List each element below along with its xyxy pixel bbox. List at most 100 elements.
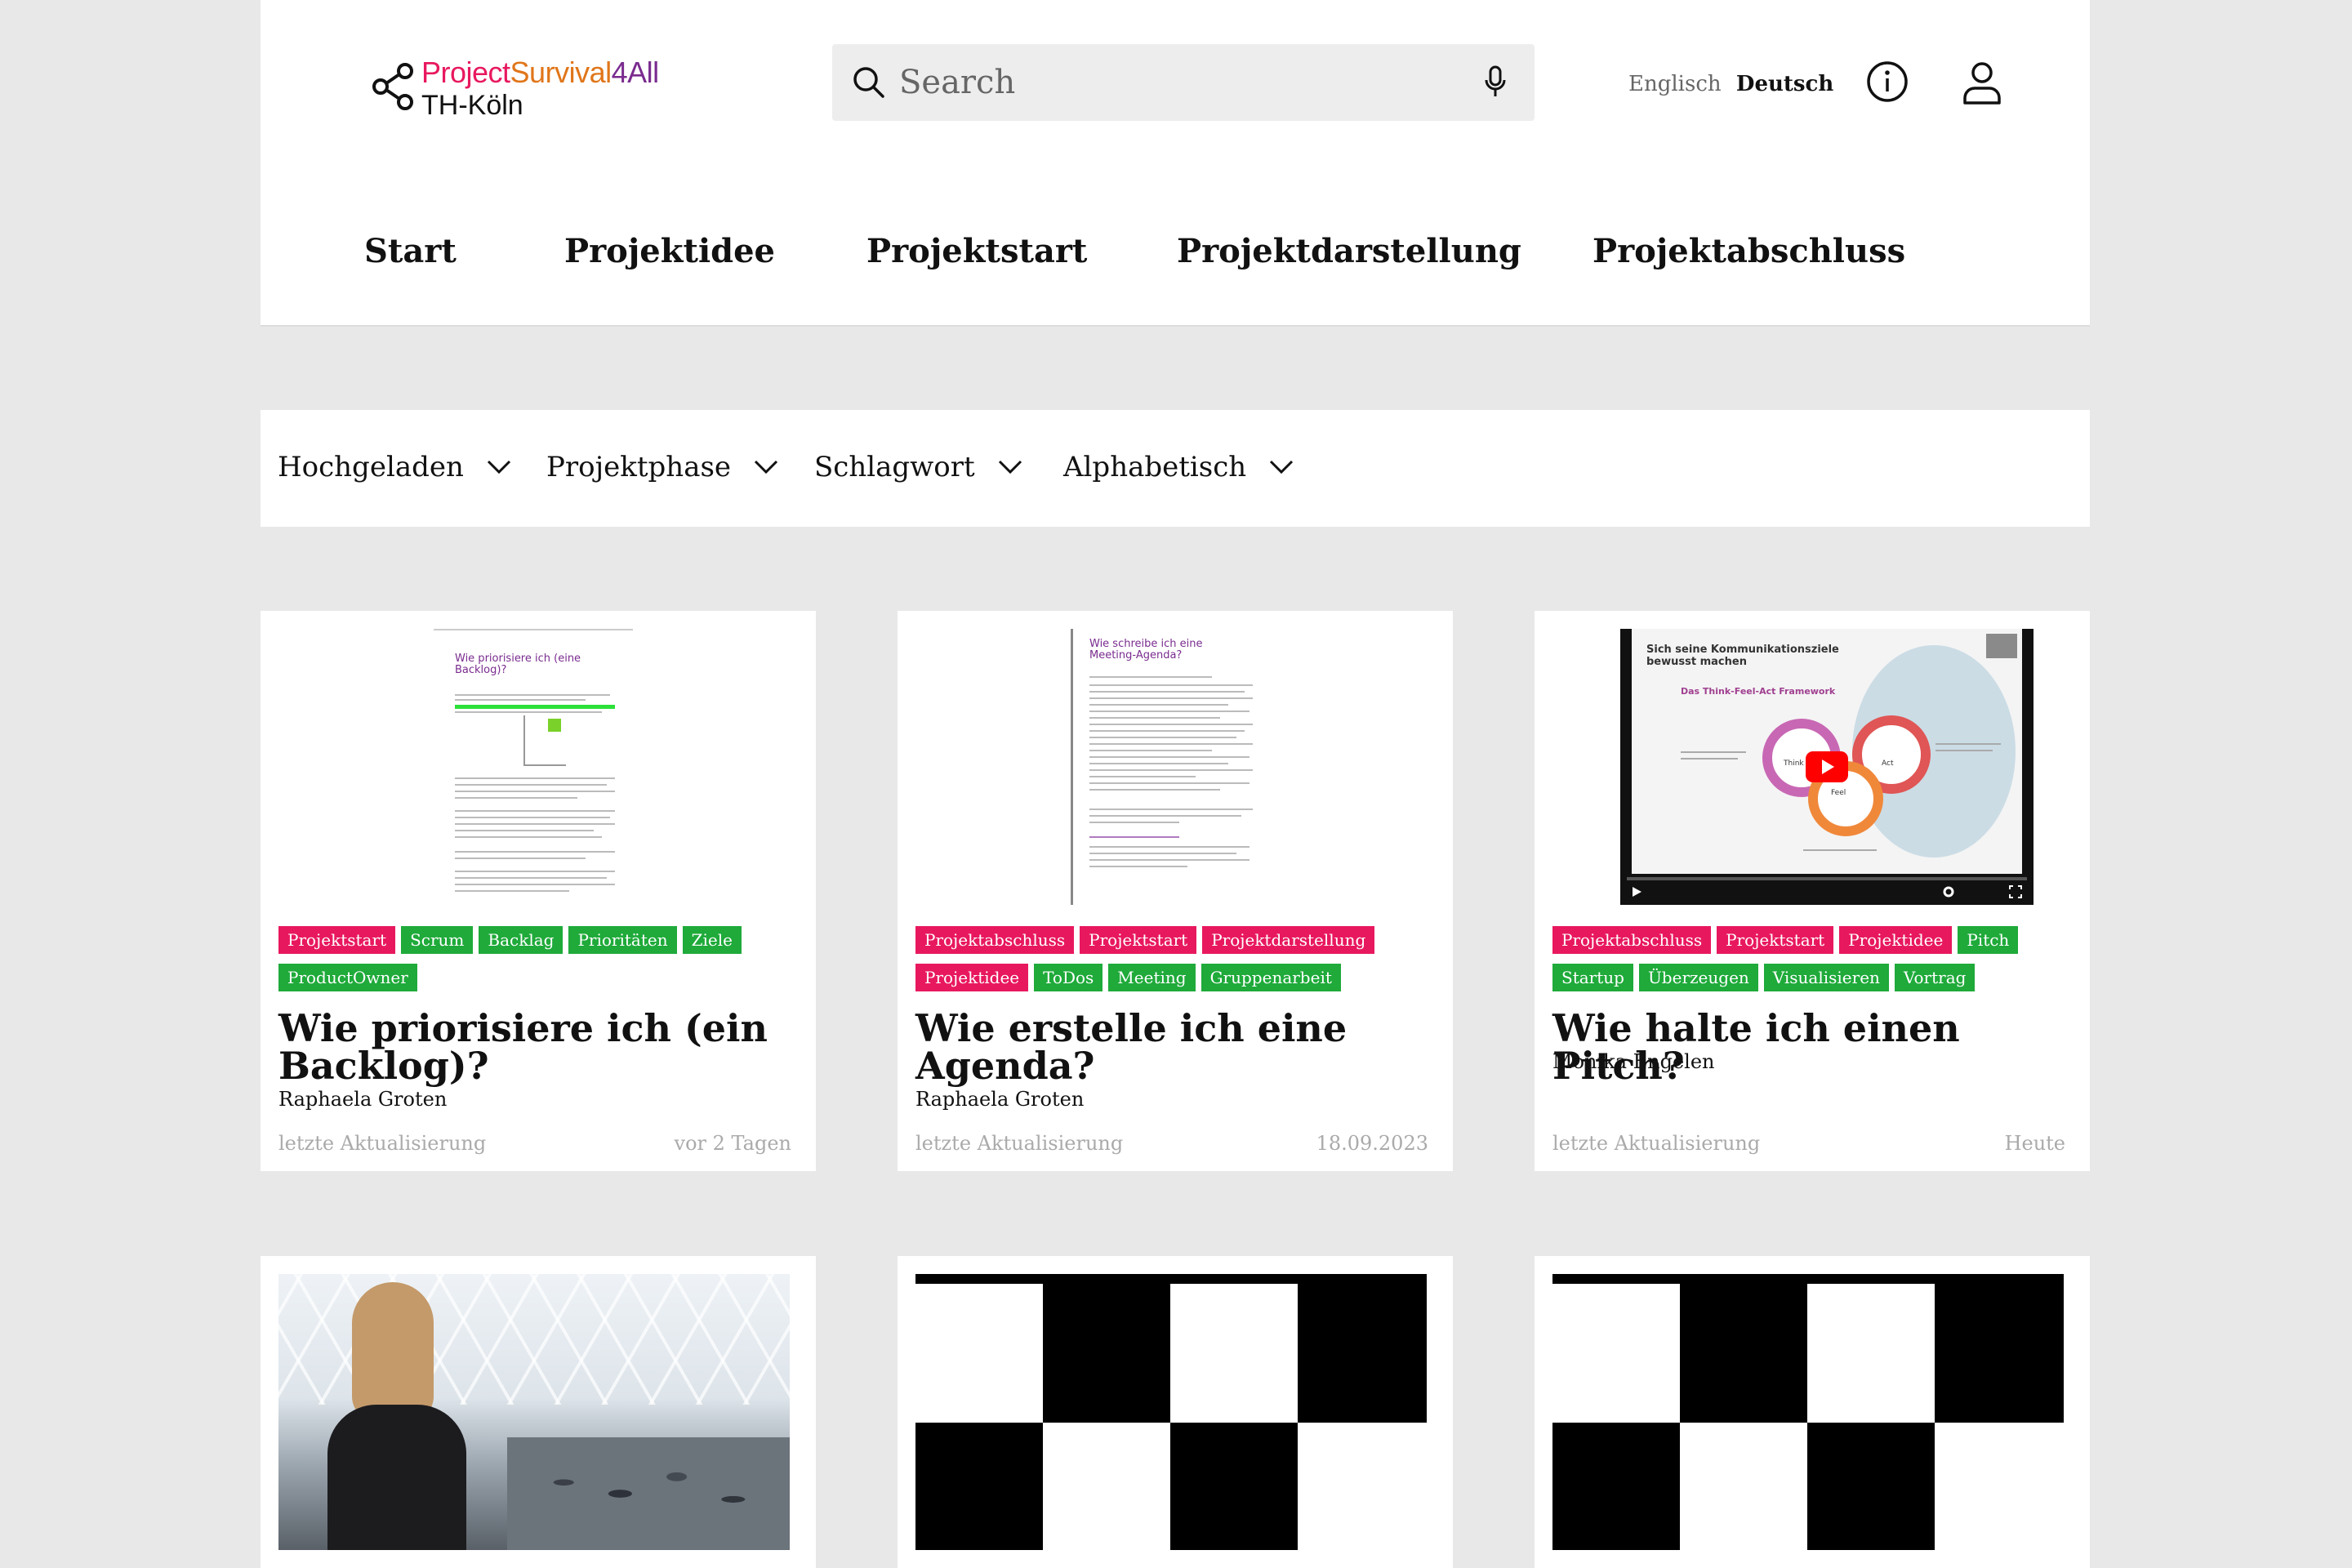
chevron-down-icon <box>487 460 510 474</box>
video-frame: Sich seine Kommunikationsziele bewusst m… <box>1620 629 2034 905</box>
tag[interactable]: Projektabschluss <box>915 926 1075 954</box>
nav-start[interactable]: Start <box>364 232 457 270</box>
tag[interactable]: Projektidee <box>915 964 1029 991</box>
card-placeholder[interactable] <box>898 1256 1453 1568</box>
video-progress-bar[interactable] <box>1627 877 2027 880</box>
placeholder-checker-image[interactable] <box>1552 1274 2064 1550</box>
card-footer: letzte Aktualisierung Heute <box>1552 1132 2065 1155</box>
card-tags: Projektstart Scrum Backlag Prioritäten Ziele… <box>278 926 801 1001</box>
tag[interactable]: ToDos <box>1034 964 1103 991</box>
search-bar[interactable] <box>832 44 1535 121</box>
tag[interactable]: Projektdarstellung <box>1202 926 1375 954</box>
language-switch: Englisch Deutsch <box>1628 72 1833 96</box>
think-label: Think <box>1784 760 1804 768</box>
update-date: Heute <box>2004 1132 2065 1155</box>
filter-hochgeladen[interactable]: Hochgeladen <box>278 451 511 483</box>
tag[interactable]: Prioritäten <box>568 926 677 954</box>
chevron-down-icon <box>998 460 1022 474</box>
tag[interactable]: Projektstart <box>1080 926 1197 954</box>
speaker-figure <box>311 1282 474 1550</box>
search-input[interactable] <box>898 57 1456 108</box>
card-pitch[interactable]: Sich seine Kommunikationsziele bewusst m… <box>1535 611 2090 1171</box>
filter-projektphase[interactable]: Projektphase <box>546 451 778 483</box>
search-icon[interactable] <box>852 65 886 100</box>
video-player[interactable]: Sich seine Kommunikationsziele bewusst m… <box>1552 629 2064 905</box>
logo-subtitle: TH-Köln <box>421 90 523 121</box>
card-footer: letzte Aktualisierung 18.09.2023 <box>915 1132 1428 1155</box>
tag[interactable]: Projektstart <box>278 926 396 954</box>
language-german[interactable]: Deutsch <box>1736 72 1833 96</box>
slide-subtitle: Das Think-Feel-Act Framework <box>1681 686 1836 697</box>
card-tags: Projektabschluss Projektstart Projektidee P… <box>1552 926 2075 1001</box>
fullscreen-icon[interactable] <box>2009 885 2022 898</box>
feel-label: Feel <box>1831 789 1846 797</box>
card-footer: letzte Aktualisierung vor 2 Tagen <box>278 1132 791 1155</box>
info-icon[interactable] <box>1866 60 1909 103</box>
site-logo[interactable]: ProjectSurvival4All TH-Köln <box>371 54 665 127</box>
update-label: letzte Aktualisierung <box>915 1132 1124 1155</box>
card-author: Raphaela Groten <box>915 1088 1085 1111</box>
document-heading: Wie priorisiere ich (eine Backlog)? <box>455 653 581 676</box>
nav-projektabschluss[interactable]: Projektabschluss <box>1592 232 1905 270</box>
tag[interactable]: Backlag <box>479 926 564 954</box>
tag[interactable]: Projektstart <box>1717 926 1834 954</box>
settings-icon[interactable] <box>1942 885 1955 898</box>
tag[interactable]: Pitch <box>1958 926 2019 954</box>
filter-schlagwort[interactable]: Schlagwort <box>814 451 1022 483</box>
language-english[interactable]: Englisch <box>1628 72 1722 96</box>
act-label: Act <box>1882 760 1894 768</box>
nav-projektidee[interactable]: Projektidee <box>564 232 775 270</box>
filter-label: Schlagwort <box>814 451 975 483</box>
tag[interactable]: Ziele <box>682 926 742 954</box>
main-navigation: Start Projektidee Projektstart Projektda… <box>261 232 2090 281</box>
card-thumbnail[interactable]: Wie priorisiere ich (eine Backlog)? <box>278 629 790 905</box>
update-date: 18.09.2023 <box>1316 1132 1428 1155</box>
site-header: ProjectSurvival4All TH-Köln Englisch Deu… <box>261 0 2090 327</box>
logo-title: ProjectSurvival4All <box>421 56 659 89</box>
tag[interactable]: Startup <box>1552 964 1633 991</box>
filter-bar: Hochgeladen Projektphase Schlagwort Alph… <box>261 410 2090 527</box>
youtube-play-icon[interactable] <box>1806 751 1848 782</box>
tag[interactable]: Scrum <box>401 926 474 954</box>
placeholder-checker-image[interactable] <box>915 1274 1427 1550</box>
card-placeholder[interactable] <box>1535 1256 2090 1568</box>
card-thumbnail-photo[interactable] <box>278 1274 790 1550</box>
update-label: letzte Aktualisierung <box>1552 1132 1761 1155</box>
user-icon[interactable] <box>1962 60 2002 105</box>
document-heading: Wie schreibe ich eine Meeting-Agenda? <box>1089 638 1203 662</box>
microphone-icon[interactable] <box>1484 65 1507 100</box>
tag[interactable]: Vortrag <box>1894 964 1976 991</box>
chevron-down-icon <box>754 460 778 474</box>
tag[interactable]: Projektabschluss <box>1552 926 1712 954</box>
card-thumbnail[interactable]: Wie schreibe ich eine Meeting-Agenda? <box>915 629 1427 905</box>
card-agenda[interactable]: Wie schreibe ich eine Meeting-Agenda? Pr… <box>898 611 1453 1171</box>
card-author: Raphaela Groten <box>278 1088 448 1111</box>
play-icon[interactable] <box>1630 885 1643 898</box>
tag[interactable]: Gruppenarbeit <box>1200 964 1341 991</box>
card-presentation[interactable] <box>261 1256 816 1568</box>
card-title[interactable]: Wie erstelle ich eine Agenda? <box>915 1009 1438 1085</box>
card-backlog[interactable]: Wie priorisiere ich (eine Backlog)? Proj… <box>261 611 816 1171</box>
update-label: letzte Aktualisierung <box>278 1132 487 1155</box>
slide-title: Sich seine Kommunikationsziele bewusst m… <box>1646 644 1839 668</box>
tag[interactable]: Überzeugen <box>1638 964 1758 991</box>
card-title[interactable]: Wie halte ich einen Pitch? <box>1552 1009 2075 1085</box>
chevron-down-icon <box>1270 460 1294 474</box>
update-date: vor 2 Tagen <box>674 1132 791 1155</box>
card-title[interactable]: Wie priorisiere ich (ein Backlog)? <box>278 1009 801 1085</box>
tag[interactable]: Projektidee <box>1839 926 1953 954</box>
tag[interactable]: ProductOwner <box>278 964 417 991</box>
nav-projektdarstellung[interactable]: Projektdarstellung <box>1177 232 1521 270</box>
tag[interactable]: Meeting <box>1108 964 1196 991</box>
document-preview: Wie schreibe ich eine Meeting-Agenda? <box>1071 629 1272 905</box>
tag[interactable]: Visualisieren <box>1763 964 1889 991</box>
document-preview: Wie priorisiere ich (eine Backlog)? <box>434 629 633 905</box>
filter-alphabetisch[interactable]: Alphabetisch <box>1063 451 1294 483</box>
share-icon <box>372 63 413 110</box>
filter-label: Hochgeladen <box>278 451 464 483</box>
card-author: Monika Engelen <box>1552 1050 1715 1073</box>
nav-projektstart[interactable]: Projektstart <box>866 232 1087 270</box>
filter-label: Alphabetisch <box>1063 451 1247 483</box>
card-tags: Projektabschluss Projektstart Projektdarst… <box>915 926 1438 1001</box>
filter-label: Projektphase <box>546 451 732 483</box>
